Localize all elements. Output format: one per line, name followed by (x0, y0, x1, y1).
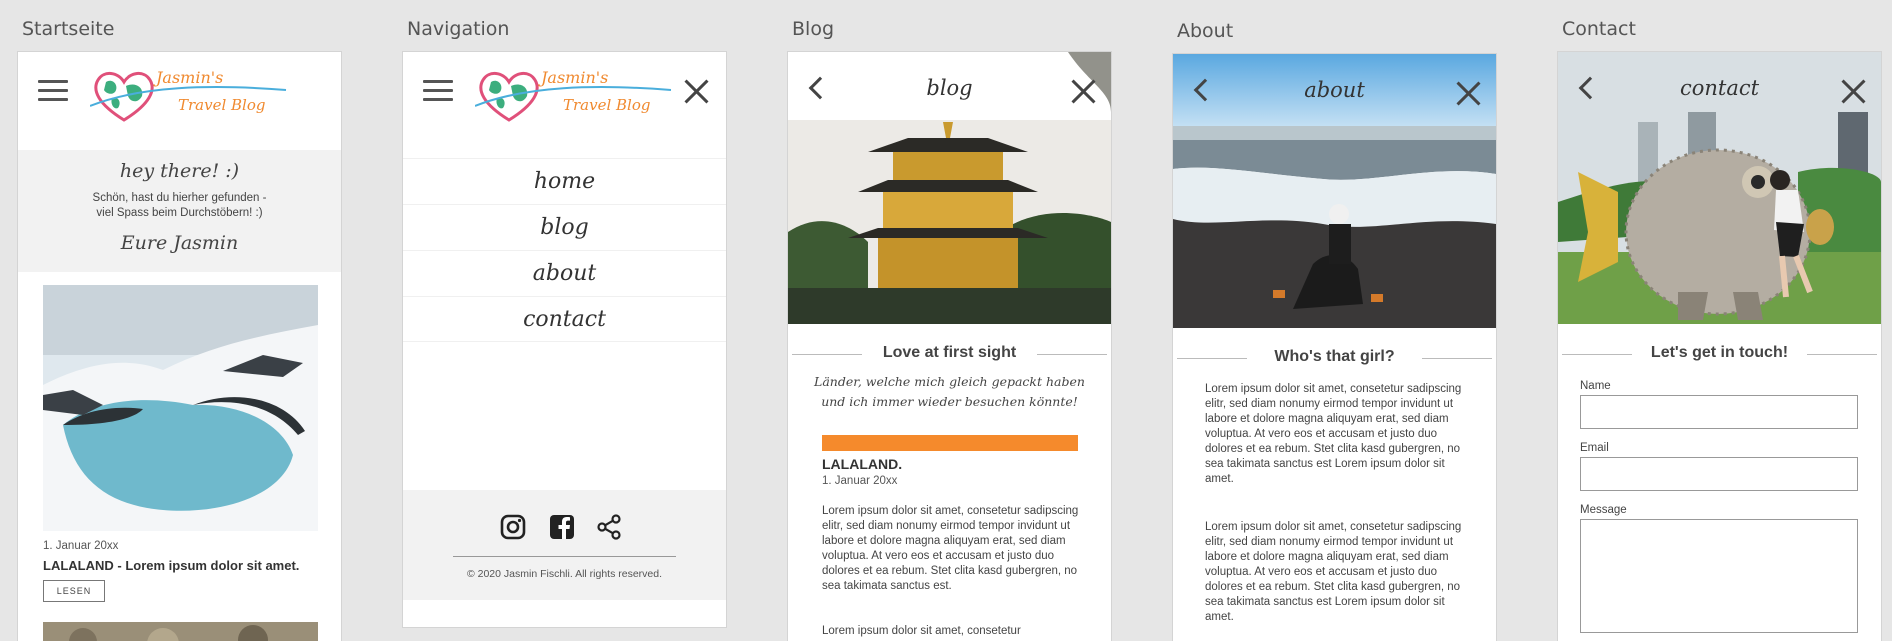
post-title[interactable]: LALALAND - Lorem ipsum dolor sit amet. (43, 558, 299, 573)
nav-item-contact[interactable]: contact (403, 296, 726, 342)
post-date: 1. Januar 20xx (822, 475, 898, 487)
frame-blog: blog Love at first sight Länder, welche … (788, 52, 1111, 641)
name-field[interactable] (1580, 395, 1858, 429)
email-field[interactable] (1580, 457, 1858, 491)
signature: Eure Jasmin (120, 232, 239, 254)
header: Jasmin's Travel Blog (18, 52, 341, 136)
section-title: Let's get in touch! (1558, 344, 1881, 362)
logo[interactable]: Jasmin's Travel Blog (474, 66, 675, 128)
nav-item-home[interactable]: home (403, 158, 726, 204)
email-label: Email (1580, 442, 1609, 454)
page-title: contact (1679, 76, 1760, 100)
artboard-label-startseite: Startseite (22, 18, 115, 40)
frame-startseite: Jasmin's Travel Blog hey there! :) Schön… (18, 52, 341, 641)
footer-divider (453, 556, 676, 557)
lagoon-photo[interactable] (43, 285, 318, 531)
close-icon[interactable] (1455, 80, 1481, 106)
logo[interactable]: Jasmin's Travel Blog (89, 66, 290, 128)
copyright: © 2020 Jasmin Fischli. All rights reserv… (466, 568, 663, 580)
frame-contact: contact Let's get in touch! Name Email M… (1558, 52, 1881, 641)
post-body: Lorem ipsum dolor sit amet, consetetur s… (822, 505, 1079, 592)
close-icon[interactable] (1070, 78, 1096, 104)
welcome-line-2: viel Spass beim Durchstöbern! :) (96, 207, 263, 219)
message-label: Message (1580, 504, 1627, 516)
logo-text-name: Jasmin's (156, 68, 224, 87)
accent-bar (822, 435, 1078, 451)
hamburger-icon[interactable] (38, 80, 68, 102)
post-date: 1. Januar 20xx (43, 540, 119, 552)
logo-text-tagline: Travel Blog (563, 96, 651, 114)
close-icon[interactable] (1840, 78, 1866, 104)
share-icon[interactable] (596, 514, 622, 540)
welcome-line-1: Schön, hast du hierher gefunden - (92, 192, 267, 204)
hamburger-icon[interactable] (423, 80, 453, 102)
close-icon[interactable] (683, 78, 709, 104)
nav-item-about[interactable]: about (403, 250, 726, 296)
welcome-box: hey there! :) Schön, hast du hierher gef… (18, 150, 341, 272)
second-post-photo[interactable] (43, 622, 318, 641)
greeting: hey there! :) (119, 160, 240, 182)
header: Jasmin's Travel Blog (403, 52, 726, 136)
quote-line-1: Länder, welche mich gleich gepackt haben (814, 374, 1085, 389)
section-title: Love at first sight (788, 344, 1111, 362)
facebook-icon[interactable] (549, 514, 575, 540)
about-paragraph-2: Lorem ipsum dolor sit amet, consetetur s… (1205, 521, 1462, 623)
message-field[interactable] (1580, 519, 1858, 633)
instagram-icon[interactable] (500, 514, 526, 540)
about-paragraph-1: Lorem ipsum dolor sit amet, consetetur s… (1205, 383, 1462, 485)
read-button[interactable]: LESEN (43, 580, 105, 602)
name-label: Name (1580, 380, 1611, 392)
logo-text-tagline: Travel Blog (178, 96, 266, 114)
section-title: Who's that girl? (1173, 348, 1496, 366)
artboard-label-navigation: Navigation (407, 18, 510, 40)
artboard-label-blog: Blog (792, 18, 834, 40)
page-title: about (1304, 78, 1365, 102)
nav-item-blog[interactable]: blog (403, 204, 726, 250)
quote-line-2: und ich immer wieder besuchen könnte! (821, 394, 1078, 409)
artboard-label-about: About (1177, 20, 1234, 42)
post-body-2: Lorem ipsum dolor sit amet, consetetur (822, 625, 1021, 637)
artboard-label-contact: Contact (1562, 18, 1636, 40)
post-title: LALALAND. (822, 456, 903, 472)
page-title: blog (926, 76, 973, 100)
frame-navigation: Jasmin's Travel Blog home blog about con… (403, 52, 726, 627)
frame-about: about Who's that girl? Lorem ipsum dolor… (1173, 54, 1496, 641)
nav-footer: © 2020 Jasmin Fischli. All rights reserv… (403, 490, 726, 600)
logo-text-name: Jasmin's (541, 68, 609, 87)
